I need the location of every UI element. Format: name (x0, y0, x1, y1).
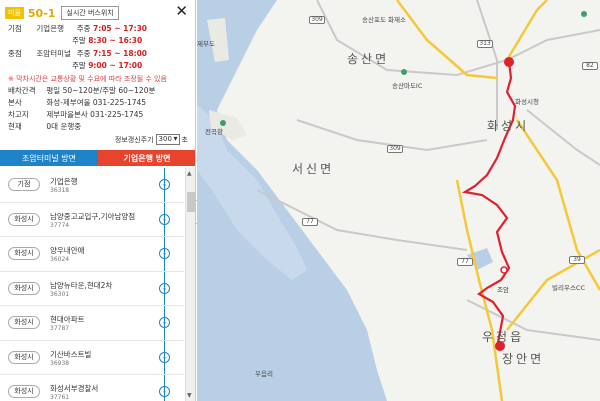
map-label-ujeong: 우정읍 (482, 330, 525, 344)
road-shield: 309 (309, 16, 325, 24)
route-number: 50-1 (27, 6, 56, 20)
realtime-bus-button[interactable]: 실시간 버스위치 (61, 6, 119, 20)
stop-id: 37787 (50, 325, 70, 332)
map-label-hwaseong: 화성시 (487, 119, 530, 133)
map-label-village: 우음리 (255, 370, 273, 378)
route-start-marker[interactable] (504, 57, 514, 67)
chevron-down-icon[interactable]: ⌄ (159, 351, 170, 363)
bus-route-path (461, 61, 517, 349)
stop-id: 36301 (50, 290, 70, 298)
route-stop-marker[interactable] (500, 266, 508, 274)
stop-tag: 화성시 (8, 212, 40, 226)
list-item[interactable]: 화성시 남양뉴타운,현대2차 36301 ⌄ (0, 272, 184, 306)
scroll-up-icon[interactable]: ▲ (187, 170, 192, 177)
chevron-down-icon[interactable]: ⌄ (159, 282, 170, 294)
stop-tag: 화성시 (8, 316, 40, 329)
road-shield: 313 (477, 40, 493, 48)
interval-info: 배차간격 평일 50~120분/주말 60~120분 (8, 86, 156, 95)
stop-tag: 화성시 (8, 281, 40, 295)
poi-icon (581, 11, 587, 17)
list-item[interactable]: 화성시 화성서부경찰서 37761 ⌄ (0, 375, 184, 401)
chevron-down-icon[interactable]: ⌄ (159, 179, 170, 190)
route-panel: 미울 50-1 실시간 버스위치 ✕ 기점 기업은행 주중 7:05 ~ 17:… (0, 0, 196, 401)
office-info: 본사 화성-제부여울 031-225-1745 (8, 98, 147, 107)
start-weekend: 주말 8:30 ~ 16:30 (72, 36, 143, 45)
start-info: 기점 기업은행 주중 7:05 ~ 17:30 (8, 24, 148, 33)
poi-icon (401, 69, 407, 75)
tab-joam-terminal[interactable]: 조암터미널 방면 (0, 150, 98, 166)
map-label-jeongok: 전곡항 (205, 128, 223, 136)
chevron-down-icon[interactable]: ⌄ (159, 386, 170, 397)
map-label-jangan: 장안면 (502, 352, 545, 366)
refresh-control: 정보갱신주기 300 초 (115, 134, 188, 145)
route-type-badge: 미울 (5, 7, 24, 19)
stop-tag: 화성시 (8, 385, 40, 398)
stop-tag: 화성시 (8, 350, 40, 364)
map-canvas (197, 0, 600, 401)
scroll-down-icon[interactable]: ▼ (187, 392, 192, 399)
tab-ibk-bank[interactable]: 기업은행 방면 (98, 150, 195, 166)
stop-id: 37761 (50, 394, 70, 401)
stop-name: 남양중고교입구,기아남양점 (50, 211, 136, 221)
list-item[interactable]: 화성시 양우내안애 36024 ⌄ (0, 237, 184, 272)
direction-tabs: 조암터미널 방면 기업은행 방면 (0, 150, 195, 166)
garage-info: 차고지 제부마을본사 031-225-1745 (8, 110, 144, 119)
route-title-row: 미울 50-1 실시간 버스위치 (5, 4, 191, 22)
stop-list: 기점 기업은행 36318 ⌄ 화성시 남양중고교입구,기아남양점 37774 … (0, 168, 184, 401)
stop-id: 36938 (50, 359, 70, 367)
road-shield: 39 (569, 256, 585, 264)
chevron-down-icon[interactable]: ⌄ (159, 317, 170, 328)
list-item[interactable]: 화성시 기산바스트빌 36938 ⌄ (0, 341, 184, 375)
stop-name: 현대아파트 (50, 315, 85, 324)
road-shield: 309 (387, 145, 403, 153)
stop-name: 기산바스트빌 (50, 349, 92, 359)
schedule-notice: ※ 막차시간은 교통상황 및 수요에 따라 조정될 수 있음 (8, 75, 167, 83)
stop-name: 기업은행 (50, 177, 78, 186)
stop-name: 남양뉴타운,현대2차 (50, 280, 113, 290)
map-label-joam: 조암 (497, 286, 509, 294)
stop-list-scrollbar[interactable]: ▲ ▼ (185, 168, 195, 401)
end-info: 종점 조암터미널 주중 7:15 ~ 18:00 (8, 49, 148, 58)
route-info: 미울 50-1 실시간 버스위치 ✕ 기점 기업은행 주중 7:05 ~ 17:… (0, 0, 195, 150)
stop-name: 화성서부경찰서 (50, 384, 99, 393)
refresh-interval-select[interactable]: 300 (155, 134, 180, 145)
road-shield: 77 (302, 218, 318, 226)
map-label-fire: 송산포도 화재소 (362, 16, 406, 24)
end-weekend: 주말 9:00 ~ 17:00 (72, 61, 143, 70)
map-label-ic: 송산마도IC (392, 82, 423, 90)
map-label-billiards: 빌리우스CC (552, 284, 585, 292)
chevron-down-icon[interactable]: ⌄ (159, 248, 170, 259)
close-icon[interactable]: ✕ (175, 2, 188, 20)
map-label-songsan: 송산면 (347, 52, 390, 66)
list-item[interactable]: 기점 기업은행 36318 ⌄ (0, 168, 184, 203)
stop-id: 36318 (50, 187, 70, 194)
map-view[interactable]: 송산면 서신면 화성시 우정읍 장안면 송산포도 화재소 송산마도IC 화성시청… (197, 0, 600, 401)
list-item[interactable]: 화성시 남양중고교입구,기아남양점 37774 ⌄ (0, 203, 184, 237)
status-info: 현재 0대 운행중 (8, 122, 82, 131)
road-shield: 77 (457, 258, 473, 266)
map-label-jeonbu: 제부도 (197, 40, 215, 48)
stop-tag: 화성시 (8, 247, 40, 260)
stop-tag: 기점 (8, 178, 40, 191)
chevron-down-icon[interactable]: ⌄ (159, 213, 170, 225)
map-label-seosin: 서신면 (292, 162, 335, 176)
scroll-thumb[interactable] (187, 192, 195, 212)
stop-name: 양우내안애 (50, 246, 85, 255)
list-item[interactable]: 화성시 현대아파트 37787 ⌄ (0, 306, 184, 341)
map-label-cityhall: 화성시청 (515, 98, 539, 106)
stop-id: 37774 (50, 221, 70, 229)
stop-id: 36024 (50, 256, 70, 263)
road-shield: 82 (582, 62, 598, 70)
